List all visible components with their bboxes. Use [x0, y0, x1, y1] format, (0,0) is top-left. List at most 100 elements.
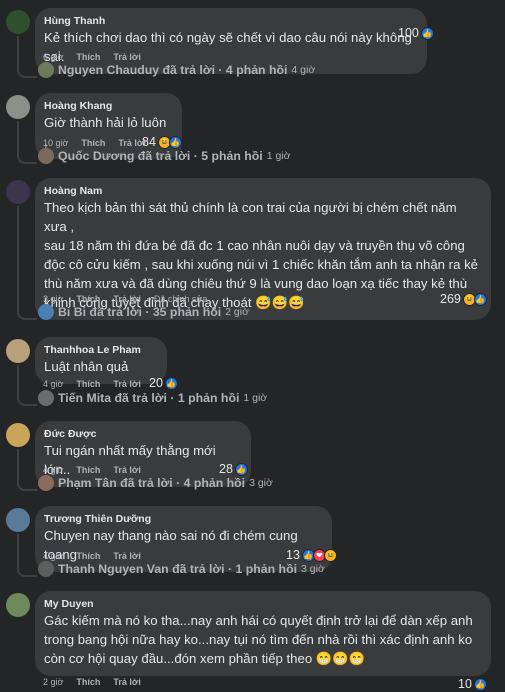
- reply-summary-text[interactable]: Nguyen Chauduy đã trả lời · 4 phản hồi: [58, 63, 287, 77]
- reaction-count: 10: [458, 677, 472, 691]
- avatar[interactable]: [6, 339, 30, 363]
- comment-text-line: độc cô cửu kiếm , sau khi xuống núi vì 1…: [44, 257, 479, 272]
- reply-button[interactable]: Trả lời: [113, 52, 140, 62]
- thread-elbow: [17, 310, 37, 320]
- comment-time[interactable]: 3 giờ: [43, 294, 63, 304]
- reply-button[interactable]: Trả lời: [113, 465, 140, 475]
- thread-elbow: [17, 567, 37, 577]
- reply-button[interactable]: Trả lời: [118, 138, 145, 148]
- comment-author[interactable]: Hoàng Khang: [44, 99, 173, 113]
- comment-author[interactable]: Đức Được: [44, 427, 242, 441]
- reply-avatar: [38, 475, 54, 491]
- avatar[interactable]: [6, 593, 30, 617]
- view-replies-link[interactable]: Nguyen Chauduy đã trả lời · 4 phản hồi 4 …: [38, 62, 315, 78]
- reaction-count: 28: [219, 462, 233, 476]
- avatar[interactable]: [6, 423, 30, 447]
- comment-author[interactable]: Trương Thiên Dưỡng: [44, 512, 323, 526]
- avatar[interactable]: [6, 10, 30, 34]
- like-button[interactable]: Thích: [76, 294, 100, 304]
- reply-summary-time: 2 giờ: [225, 306, 249, 318]
- comment-text-line: Luật nhân quả: [44, 359, 129, 374]
- reply-summary-time: 1 giờ: [266, 150, 291, 162]
- view-replies-link[interactable]: Quốc Dương đã trả lời · 5 phản hồi 1 giờ: [38, 148, 291, 164]
- reply-summary-text[interactable]: Phạm Tân đã trả lời · 4 phản hồi: [58, 476, 245, 490]
- comment-meta: 10 giờ Thích Trả lời: [43, 138, 146, 148]
- thread-line: [17, 534, 19, 571]
- reaction-summary[interactable]: 20 👍: [149, 376, 178, 390]
- reply-summary-text[interactable]: Bi Bi đã trả lời · 35 phản hồi: [58, 305, 221, 319]
- comment-author[interactable]: Hùng Thanh: [44, 14, 418, 28]
- thread-elbow: [17, 481, 37, 491]
- comment-time[interactable]: 4 giờ: [43, 465, 63, 475]
- reply-summary-text[interactable]: Tiến Mita đã trả lời · 1 phản hồi: [58, 391, 239, 405]
- reaction-summary[interactable]: 13 👍 ❤ 😆: [286, 548, 337, 562]
- reply-avatar: [38, 390, 54, 406]
- like-reaction-icon: 👍: [164, 376, 178, 390]
- reply-button[interactable]: Trả lời: [113, 379, 140, 389]
- comment-text-line: còn cơ hội quay đầu...đón xem phần tiếp …: [44, 651, 366, 666]
- comment-text-line: sau 18 năm thì đứa bé đã đc 1 cao nhân n…: [44, 238, 465, 253]
- comment-time[interactable]: 2 giờ: [43, 677, 63, 687]
- comment-time[interactable]: 6 giờ: [43, 52, 63, 62]
- comment-meta: 3 giờ Thích Trả lời Đã chỉnh sửa: [43, 294, 207, 304]
- view-replies-link[interactable]: Thanh Nguyen Van đã trả lời · 1 phản hồi…: [38, 561, 325, 577]
- comment-author[interactable]: My Duyen: [44, 597, 482, 611]
- like-button[interactable]: Thích: [76, 465, 100, 475]
- thread-elbow: [17, 68, 37, 78]
- reply-summary-time: 3 giờ: [249, 477, 273, 489]
- view-replies-link[interactable]: Phạm Tân đã trả lời · 4 phản hồi 3 giờ: [38, 475, 273, 491]
- reply-button[interactable]: Trả lời: [113, 677, 140, 687]
- comment-author[interactable]: Hoàng Nam: [44, 184, 482, 198]
- reply-summary-time: 4 giờ: [291, 64, 316, 76]
- edited-label: Đã chỉnh sửa: [153, 294, 208, 304]
- like-button[interactable]: Thích: [81, 138, 105, 148]
- like-reaction-icon: 👍: [234, 462, 248, 476]
- comment-time[interactable]: 4 giờ: [43, 551, 63, 561]
- comment-meta: 6 giờ Thích Trả lời: [43, 52, 141, 62]
- thread-elbow: [17, 396, 37, 406]
- view-replies-link[interactable]: Tiến Mita đã trả lời · 1 phản hồi 1 giờ: [38, 390, 267, 406]
- reaction-summary[interactable]: 269 😆 👍: [440, 292, 487, 306]
- reply-summary-text[interactable]: Thanh Nguyen Van đã trả lời · 1 phản hồi: [58, 562, 297, 576]
- reply-summary-text[interactable]: Quốc Dương đã trả lời · 5 phản hồi: [58, 149, 263, 163]
- comment-meta: 2 giờ Thích Trả lời: [43, 677, 141, 687]
- like-button[interactable]: Thích: [76, 52, 100, 62]
- comment-author[interactable]: Thanhhoa Le Pham: [44, 343, 158, 357]
- reply-button[interactable]: Trả lời: [113, 294, 140, 304]
- comment-meta: 4 giờ Thích Trả lời: [43, 379, 141, 389]
- comment-bubble: Thanhhoa Le Pham Luật nhân quả: [35, 337, 167, 384]
- reaction-count: 20: [149, 376, 163, 390]
- reaction-summary[interactable]: 10 👍: [458, 677, 487, 691]
- like-button[interactable]: Thích: [76, 379, 100, 389]
- comment-text-line: Gác kiếm mà nó ko tha...nay anh hái có q…: [44, 613, 473, 628]
- like-reaction-icon: 👍: [168, 135, 182, 149]
- thread-line: [17, 36, 19, 72]
- like-button[interactable]: Thích: [76, 551, 100, 561]
- thread-line: [17, 121, 19, 158]
- comment-text-line: Theo kịch bản thì sát thủ chính là con t…: [44, 200, 457, 234]
- reaction-summary[interactable]: 100 👍: [398, 26, 434, 40]
- like-reaction-icon: 👍: [473, 292, 487, 306]
- reply-button[interactable]: Trả lời: [113, 551, 140, 561]
- reaction-summary[interactable]: 84 😆 👍: [142, 135, 182, 149]
- reply-avatar: [38, 304, 54, 320]
- haha-reaction-icon: 😆: [323, 548, 337, 562]
- like-button[interactable]: Thích: [76, 677, 100, 687]
- comment-bubble: My Duyen Gác kiếm mà nó ko tha...nay anh …: [35, 591, 491, 676]
- comment-time[interactable]: 10 giờ: [43, 138, 68, 148]
- view-replies-link[interactable]: Bi Bi đã trả lời · 35 phản hồi 2 giờ: [38, 304, 249, 320]
- comment-time[interactable]: 4 giờ: [43, 379, 63, 389]
- avatar[interactable]: [6, 95, 30, 119]
- reaction-count: 269: [440, 292, 461, 306]
- thread-elbow: [17, 154, 37, 164]
- avatar[interactable]: [6, 508, 30, 532]
- comment-text-line: trong bang hội nữa hay ko...nay tụi nó t…: [44, 632, 473, 647]
- reply-avatar: [38, 148, 54, 164]
- reaction-count: 13: [286, 548, 300, 562]
- comment-text-line: thù năm xưa và đã dùng chiêu thứ 9 là vu…: [44, 276, 468, 291]
- thread-line: [17, 365, 19, 400]
- like-reaction-icon: 👍: [473, 677, 487, 691]
- comment-meta: 4 giờ Thích Trả lời: [43, 465, 141, 475]
- reaction-summary[interactable]: 28 👍: [219, 462, 248, 476]
- avatar[interactable]: [6, 180, 30, 204]
